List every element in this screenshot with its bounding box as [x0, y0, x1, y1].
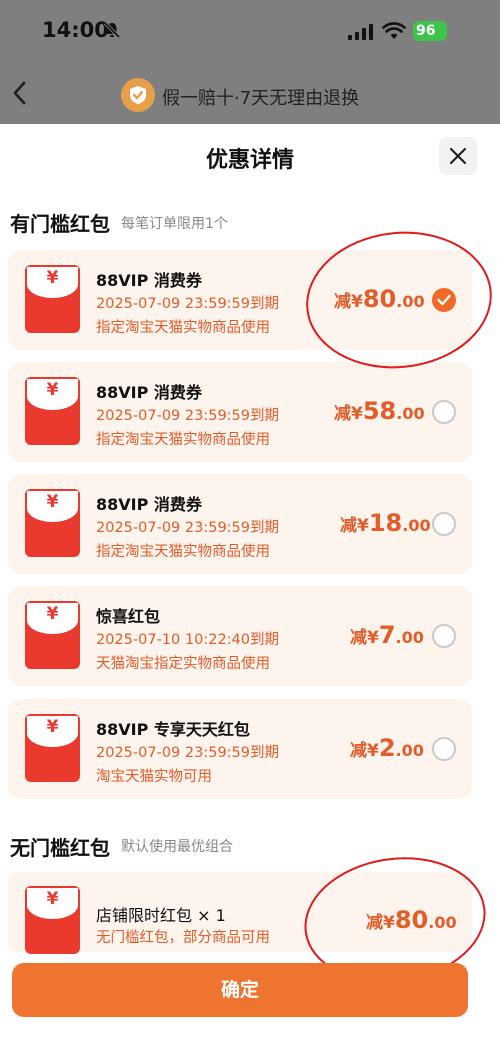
sheet-title: 优惠详情: [205, 148, 294, 173]
coupon-card-2[interactable]: ¥ 88VIP 消费券 2025-07-09 23:59:59到期 指定淘宝天猫…: [8, 362, 472, 462]
back-arrow-icon[interactable]: [10, 80, 30, 106]
coupon-name: 88VIP 消费券: [96, 383, 202, 402]
no-threshold-section-subtitle: 默认使用最优组合: [121, 839, 233, 855]
coupon-amount: 减¥58.00: [334, 397, 425, 425]
coupon-name: 88VIP 消费券: [96, 495, 202, 514]
coupon-radio[interactable]: [432, 737, 456, 761]
cellular-signal-icon: [348, 24, 373, 40]
red-envelope-icon: ¥: [25, 489, 80, 557]
coupon-expiry: 2025-07-10 10:22:40到期: [96, 632, 279, 648]
coupon-name: 店铺限时红包 × 1: [96, 906, 226, 925]
coupon-expiry: 2025-07-09 23:59:59到期: [96, 745, 279, 761]
wifi-icon: [382, 22, 406, 39]
coupon-amount: 减¥18.00: [340, 509, 431, 537]
guarantee-shield-icon: [121, 78, 155, 112]
coupon-expiry: 2025-07-09 23:59:59到期: [96, 408, 279, 424]
coupon-scope: 指定淘宝天猫实物商品使用: [96, 432, 270, 448]
red-envelope-icon: ¥: [25, 886, 80, 954]
coupon-card-3[interactable]: ¥ 88VIP 消费券 2025-07-09 23:59:59到期 指定淘宝天猫…: [8, 474, 472, 574]
coupon-scope: 指定淘宝天猫实物商品使用: [96, 320, 270, 336]
red-envelope-icon: ¥: [25, 265, 80, 333]
coupon-expiry: 2025-07-09 23:59:59到期: [96, 296, 279, 312]
coupon-radio[interactable]: [432, 624, 456, 648]
coupon-name: 88VIP 消费券: [96, 271, 202, 290]
coupon-scope: 淘宝天猫实物可用: [96, 769, 212, 785]
status-bar: 14:00 96: [0, 0, 500, 62]
coupon-card-5[interactable]: ¥ 88VIP 专享天天红包 2025-07-09 23:59:59到期 淘宝天…: [8, 699, 472, 799]
coupon-name: 惊喜红包: [96, 607, 161, 626]
close-icon: [449, 147, 467, 165]
mute-bell-icon: [103, 21, 121, 39]
red-envelope-icon: ¥: [25, 714, 80, 782]
status-time: 14:00: [42, 18, 109, 42]
guarantee-text: 假一赔十·7天无理由退换: [162, 88, 360, 109]
red-envelope-icon: ¥: [25, 601, 80, 669]
coupon-radio[interactable]: [432, 512, 456, 536]
threshold-section-title: 有门槛红包: [10, 212, 110, 236]
coupon-scope: 指定淘宝天猫实物商品使用: [96, 544, 270, 560]
coupon-name: 88VIP 专享天天红包: [96, 720, 250, 739]
coupon-amount: 减¥2.00: [350, 734, 424, 762]
no-threshold-section-title: 无门槛红包: [10, 836, 110, 860]
close-button[interactable]: [439, 137, 477, 175]
coupon-radio[interactable]: [432, 400, 456, 424]
battery-level: 96: [416, 23, 436, 39]
coupon-scope: 无门槛红包，部分商品可用: [96, 930, 270, 946]
red-envelope-icon: ¥: [25, 377, 80, 445]
coupon-card-4[interactable]: ¥ 惊喜红包 2025-07-10 10:22:40到期 天猫淘宝指定实物商品使…: [8, 586, 472, 686]
battery-indicator: 96: [413, 21, 447, 41]
coupon-scope: 天猫淘宝指定实物商品使用: [96, 656, 270, 672]
confirm-button[interactable]: 确定: [12, 963, 468, 1017]
threshold-section-subtitle: 每笔订单限用1个: [121, 216, 228, 232]
coupon-amount: 减¥7.00: [350, 621, 424, 649]
coupon-expiry: 2025-07-09 23:59:59到期: [96, 520, 279, 536]
